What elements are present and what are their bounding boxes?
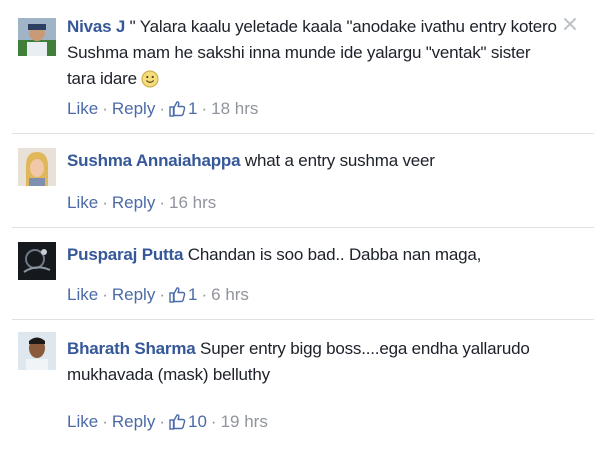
thumbs-up-icon[interactable]: [169, 100, 186, 123]
like-button[interactable]: Like: [67, 99, 98, 118]
comment: Nivas J " Yalara kaalu yeletade kaala "a…: [0, 0, 600, 132]
comment: Bharath Sharma Super entry bigg boss....…: [0, 320, 600, 450]
comment-author[interactable]: Sushma Annaiahappa: [67, 151, 241, 170]
comment-author[interactable]: Bharath Sharma: [67, 339, 196, 358]
comment: Sushma Annaiahappa what a entry sushma v…: [0, 134, 600, 227]
comment-author[interactable]: Pusparaj Putta: [67, 245, 183, 264]
smiley-emoji: [141, 70, 159, 96]
separator: ·: [102, 99, 108, 118]
reply-button[interactable]: Reply: [112, 285, 155, 304]
thumbs-up-icon[interactable]: [169, 286, 186, 309]
comment-list: Nivas J " Yalara kaalu yeletade kaala "a…: [0, 0, 600, 450]
comment-timestamp[interactable]: 6 hrs: [211, 285, 249, 304]
avatar[interactable]: [18, 148, 56, 186]
comment-text: Nivas J " Yalara kaalu yeletade kaala "a…: [67, 14, 557, 96]
separator: ·: [102, 412, 108, 431]
comment: Pusparaj Putta Chandan is soo bad.. Dabb…: [0, 228, 600, 320]
separator: ·: [102, 285, 108, 304]
separator: ·: [159, 412, 165, 431]
comment-text: Sushma Annaiahappa what a entry sushma v…: [67, 148, 557, 174]
separator: ·: [201, 99, 208, 118]
separator: ·: [201, 285, 208, 304]
separator: ·: [210, 412, 217, 431]
like-button[interactable]: Like: [67, 193, 98, 212]
thumbs-up-icon[interactable]: [169, 413, 186, 436]
reply-button[interactable]: Reply: [112, 99, 155, 118]
comment-actions: Like · Reply · 16 hrs: [67, 192, 216, 214]
comment-text: Bharath Sharma Super entry bigg boss....…: [67, 336, 557, 388]
comment-actions: Like · Reply · 1 · 6 hrs: [67, 284, 249, 309]
comment-body: Chandan is soo bad.. Dabba nan maga,: [183, 245, 482, 264]
comment-actions: Like · Reply · 10 · 19 hrs: [67, 411, 268, 436]
comment-text: Pusparaj Putta Chandan is soo bad.. Dabb…: [67, 242, 557, 268]
avatar[interactable]: [18, 242, 56, 280]
reply-button[interactable]: Reply: [112, 193, 155, 212]
like-count[interactable]: 10: [188, 412, 207, 431]
like-button[interactable]: Like: [67, 285, 98, 304]
separator: ·: [159, 193, 165, 212]
like-button[interactable]: Like: [67, 412, 98, 431]
close-icon[interactable]: [562, 16, 578, 32]
comment-body: what a entry sushma veer: [240, 151, 435, 170]
comment-actions: Like · Reply · 1 · 18 hrs: [67, 98, 258, 123]
comment-timestamp[interactable]: 19 hrs: [221, 412, 268, 431]
comment-timestamp[interactable]: 18 hrs: [211, 99, 258, 118]
comment-timestamp[interactable]: 16 hrs: [169, 193, 216, 212]
avatar[interactable]: [18, 332, 56, 370]
separator: ·: [159, 285, 165, 304]
comment-author[interactable]: Nivas J: [67, 17, 125, 36]
separator: ·: [102, 193, 108, 212]
separator: ·: [159, 99, 165, 118]
avatar[interactable]: [18, 18, 56, 56]
reply-button[interactable]: Reply: [112, 412, 155, 431]
